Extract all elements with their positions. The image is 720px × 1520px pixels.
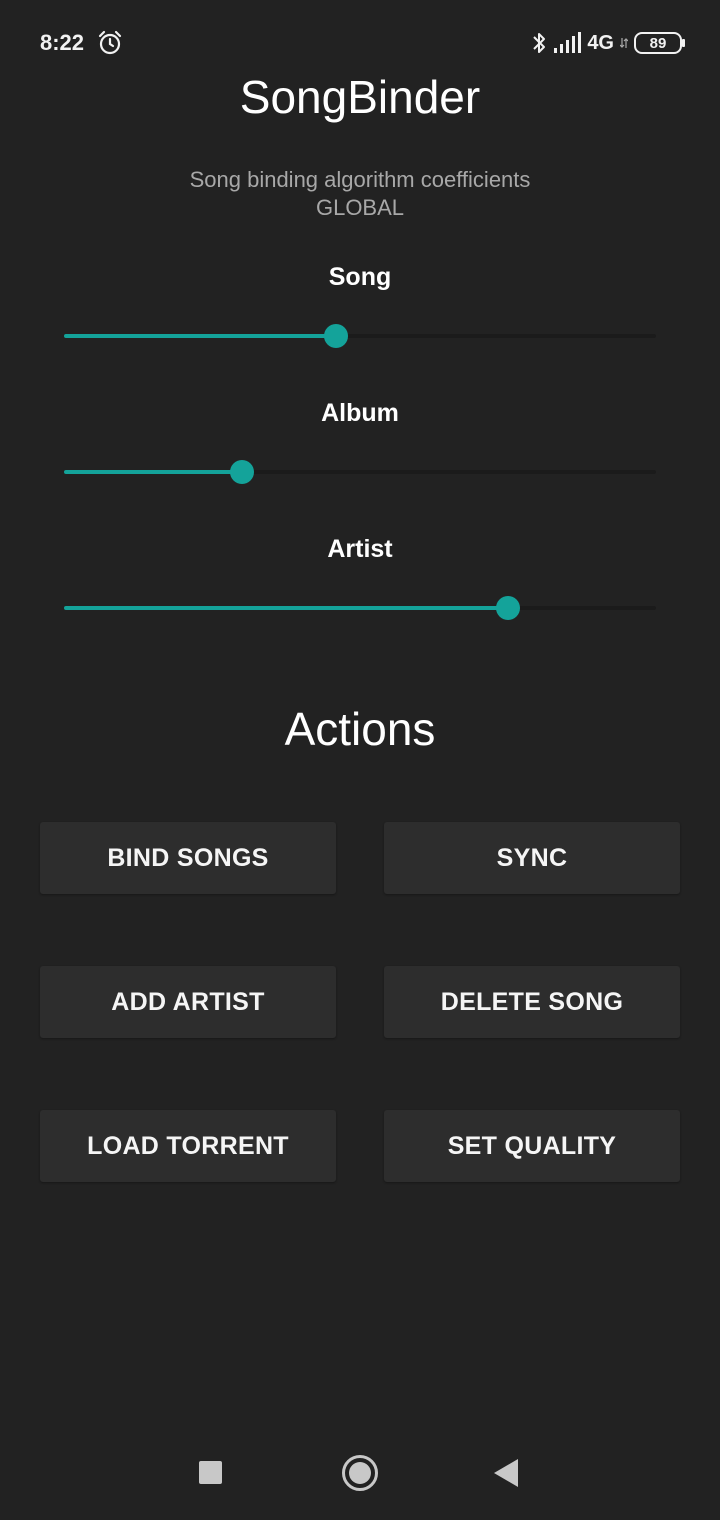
status-indicators: 4G 89 (531, 28, 685, 58)
network-type: 4G (587, 31, 614, 54)
artist-slider[interactable] (64, 593, 656, 623)
set-quality-button[interactable]: SET QUALITY (384, 1110, 680, 1182)
slider-fill (64, 334, 337, 338)
subtitle-scope: GLOBAL (315, 195, 405, 220)
bluetooth-icon (533, 33, 546, 53)
subtitle-description: Song binding algorithm coefficients (189, 167, 531, 192)
recents-square-icon[interactable] (199, 1461, 222, 1484)
slider-fill (64, 606, 508, 610)
slider-label-song: Song (328, 263, 392, 291)
slider-thumb[interactable] (496, 596, 520, 620)
slider-label-album: Album (321, 399, 399, 427)
home-circle-icon[interactable] (342, 1455, 378, 1491)
slider-fill (64, 470, 242, 474)
subtitle: Song binding algorithm coefficients GLOB… (0, 166, 720, 222)
alarm-clock-icon (98, 30, 122, 55)
battery-icon: 89 (634, 32, 685, 54)
slider-thumb[interactable] (324, 324, 349, 348)
album-slider[interactable] (64, 457, 656, 487)
slider-thumb[interactable] (229, 460, 254, 484)
data-activity-icon (620, 38, 628, 48)
actions-heading: Actions (284, 703, 436, 755)
navigation-bar (0, 1430, 720, 1520)
delete-song-button[interactable]: DELETE SONG (384, 966, 680, 1038)
cellular-signal-icon (554, 32, 582, 53)
app-title: SongBinder (239, 71, 481, 123)
slider-label-artist: Artist (327, 535, 393, 563)
bind-songs-button[interactable]: BIND SONGS (40, 822, 336, 894)
battery-level: 89 (649, 34, 667, 52)
song-slider[interactable] (64, 321, 656, 351)
sync-button[interactable]: SYNC (384, 822, 680, 894)
status-time: 8:22 (40, 30, 85, 55)
load-torrent-button[interactable]: LOAD TORRENT (40, 1110, 336, 1182)
back-triangle-icon[interactable] (494, 1459, 518, 1487)
add-artist-button[interactable]: ADD ARTIST (40, 966, 336, 1038)
